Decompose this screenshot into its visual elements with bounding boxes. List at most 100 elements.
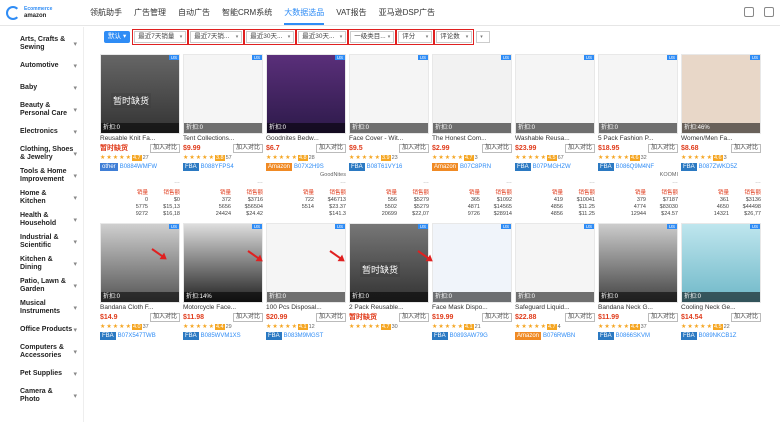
product-card[interactable]: US 折扣:0 Goodnites Bedw... $6.7 加入对比 ★ ★ ★ ★ ★ 4.8 2…: [266, 54, 346, 217]
filter-select[interactable]: 评分 ▾: [396, 29, 435, 45]
filter-select[interactable]: 最近30天... ▾: [244, 29, 297, 45]
product-title[interactable]: Bandana Cloth F...: [100, 304, 180, 312]
add-to-compare-button[interactable]: 加入对比: [647, 143, 678, 153]
product-image[interactable]: US 折扣:0: [100, 223, 180, 303]
more-options-icon[interactable]: …: [681, 179, 761, 186]
product-card[interactable]: US 折扣:46% Women/Men Fa... $8.68 加入对比 ★ ★ ★ ★ ★ 4.6…: [681, 54, 761, 217]
add-to-compare-button[interactable]: 加入对比: [564, 312, 595, 322]
add-to-compare-button[interactable]: 加入对比: [232, 143, 263, 153]
app-logo[interactable]: Ecommerce amazon: [0, 5, 84, 20]
add-to-compare-button[interactable]: 加入对比: [315, 143, 346, 153]
product-title[interactable]: Cooling Neck Ge...: [681, 304, 761, 312]
product-card[interactable]: US 折扣:0 Cooling Neck Ge... $14.54 加入对比 ★ ★ ★ ★ ★ 4…: [681, 223, 761, 341]
product-card[interactable]: US 折扣:0 Bandana Neck G... $11.99 加入对比 ★ ★ ★ ★ ★ 4.…: [598, 223, 678, 341]
shopping-bag-icon[interactable]: [744, 7, 754, 17]
nav-item[interactable]: VAT报告: [330, 0, 372, 26]
product-card[interactable]: US 折扣:0 The Honest Com... $2.99 加入对比 ★ ★ ★ ★ ★ 4.7…: [432, 54, 512, 217]
product-image[interactable]: US 折扣:0: [266, 223, 346, 303]
asin-link[interactable]: B083M9MGST: [284, 333, 324, 339]
product-image[interactable]: 暂时缺货 US 折扣:0: [349, 223, 429, 303]
product-title[interactable]: Safeguard Liquid...: [515, 304, 595, 312]
product-title[interactable]: Tent Collections...: [183, 135, 263, 143]
more-options-icon[interactable]: …: [598, 179, 678, 186]
product-title[interactable]: Motorcycle Face...: [183, 304, 263, 312]
add-to-compare-button[interactable]: 加入对比: [647, 312, 678, 322]
sidebar-category-item[interactable]: Kitchen & Dining ▾: [0, 253, 83, 275]
add-to-compare-button[interactable]: 加入对比: [564, 143, 595, 153]
product-image[interactable]: US 折扣:0: [515, 54, 595, 134]
product-image[interactable]: US 折扣:0: [598, 223, 678, 303]
add-to-compare-button[interactable]: 加入对比: [315, 312, 346, 322]
sort-default-button[interactable]: 默认 ▾: [104, 31, 131, 43]
sidebar-category-item[interactable]: Automotive ▾: [0, 55, 83, 77]
nav-item[interactable]: 智能CRM系统: [216, 0, 278, 26]
asin-link[interactable]: B086Q9M4NF: [616, 164, 654, 170]
sidebar-category-item[interactable]: Baby ▾: [0, 77, 83, 99]
product-image[interactable]: US 折扣:0: [266, 54, 346, 134]
nav-item[interactable]: 亚马逊DSP广告: [373, 0, 441, 26]
sidebar-category-item[interactable]: Camera & Photo ▾: [0, 385, 83, 407]
product-title[interactable]: Face Mask Dispo...: [432, 304, 512, 312]
product-title[interactable]: Face Cover - Wit...: [349, 135, 429, 143]
product-title[interactable]: 100 Pcs Disposal...: [266, 304, 346, 312]
product-title[interactable]: 2 Pack Reusable...: [349, 304, 429, 312]
sidebar-category-item[interactable]: Home & Kitchen ▾: [0, 187, 83, 209]
product-card[interactable]: US 折扣:0 Bandana Cloth F... $14.9 加入对比 ★ ★ ★ ★ ★ 4.…: [100, 223, 180, 341]
product-title[interactable]: Bandana Neck G...: [598, 304, 678, 312]
more-options-icon[interactable]: …: [349, 179, 429, 186]
product-card[interactable]: US 折扣:0 Face Mask Dispo... $19.99 加入对比 ★ ★ ★ ★ ★ 4…: [432, 223, 512, 341]
asin-link[interactable]: B07X547TWB: [118, 333, 156, 339]
add-to-compare-button[interactable]: 加入对比: [730, 143, 761, 153]
add-to-compare-button[interactable]: 加入对比: [481, 312, 512, 322]
sidebar-category-item[interactable]: Electronics ▾: [0, 121, 83, 143]
asin-link[interactable]: B087ZWKD5Z: [699, 164, 738, 170]
asin-link[interactable]: B0866SKVM: [616, 333, 650, 339]
product-image[interactable]: US 折扣:0: [598, 54, 678, 134]
product-image[interactable]: US 折扣:14%: [183, 223, 263, 303]
filter-select[interactable]: 一级类目... ▾: [348, 29, 397, 45]
more-options-icon[interactable]: …: [266, 179, 346, 186]
nav-item[interactable]: 大数据选品: [278, 0, 330, 26]
asin-link[interactable]: B07C8PRN: [460, 164, 491, 170]
more-options-icon[interactable]: …: [183, 179, 263, 186]
asin-link[interactable]: B089NKCB1Z: [699, 333, 737, 339]
product-image[interactable]: 暂时缺货 US 折扣:0: [100, 54, 180, 134]
product-title[interactable]: 5 Pack Fashion P...: [598, 135, 678, 143]
more-options-icon[interactable]: …: [100, 179, 180, 186]
product-title[interactable]: Women/Men Fa...: [681, 135, 761, 143]
filter-select[interactable]: 最近30天... ▾: [296, 29, 349, 45]
asin-link[interactable]: B0884WMFW: [120, 164, 157, 170]
asin-link[interactable]: B0893AW79G: [450, 333, 488, 339]
add-to-compare-button[interactable]: 加入对比: [149, 312, 180, 322]
asin-link[interactable]: B07X2H9S: [294, 164, 324, 170]
sidebar-category-item[interactable]: Computers & Accessories ▾: [0, 341, 83, 363]
product-image[interactable]: US 折扣:46%: [681, 54, 761, 134]
sidebar-category-item[interactable]: Beauty & Personal Care ▾: [0, 99, 83, 121]
product-card[interactable]: 暂时缺货 US 折扣:0 Reusable Knit Fa... 暂时缺货 加入对比 ★ ★ ★…: [100, 54, 180, 217]
add-to-compare-button[interactable]: 加入对比: [398, 143, 429, 153]
product-card[interactable]: US 折扣:0 Safeguard Liquid... $22.88 加入对比 ★ ★ ★ ★ ★…: [515, 223, 595, 341]
product-title[interactable]: Washable Reusa...: [515, 135, 595, 143]
nav-item[interactable]: 自动广告: [172, 0, 216, 26]
sidebar-category-item[interactable]: Tools & Home Improvement ▾: [0, 165, 83, 187]
filter-select[interactable]: 评论数 ▾: [434, 29, 475, 45]
product-image[interactable]: US 折扣:0: [681, 223, 761, 303]
sidebar-category-item[interactable]: Health & Household ▾: [0, 209, 83, 231]
product-title[interactable]: The Honest Com...: [432, 135, 512, 143]
product-title[interactable]: Goodnites Bedw...: [266, 135, 346, 143]
filter-select[interactable]: 最近7天销... ▾: [188, 29, 245, 45]
product-card[interactable]: US 折扣:0 Tent Collections... $9.99 加入对比 ★ ★ ★ ★ ★ 3…: [183, 54, 263, 217]
product-card[interactable]: US 折扣:0 100 Pcs Disposal... $20.99 加入对比 ★ ★ ★ ★ ★…: [266, 223, 346, 341]
asin-link[interactable]: B085WVM1XS: [201, 333, 241, 339]
nav-item[interactable]: 领航助手: [84, 0, 128, 26]
more-options-icon[interactable]: …: [515, 179, 595, 186]
asin-link[interactable]: B076RWBN: [543, 333, 575, 339]
add-to-compare-button[interactable]: 加入对比: [481, 143, 512, 153]
sidebar-category-item[interactable]: Arts, Crafts & Sewing ▾: [0, 33, 83, 55]
add-to-compare-button[interactable]: 加入对比: [232, 312, 263, 322]
sidebar-category-item[interactable]: Industrial & Scientific ▾: [0, 231, 83, 253]
filter-select[interactable]: 最近7天销量 ▾: [132, 29, 189, 45]
menu-icon[interactable]: [764, 7, 774, 17]
product-image[interactable]: US 折扣:0: [432, 223, 512, 303]
product-card[interactable]: US 折扣:0 Face Cover - Wit... $9.5 加入对比 ★ ★ ★ ★ ★ 3.…: [349, 54, 429, 217]
